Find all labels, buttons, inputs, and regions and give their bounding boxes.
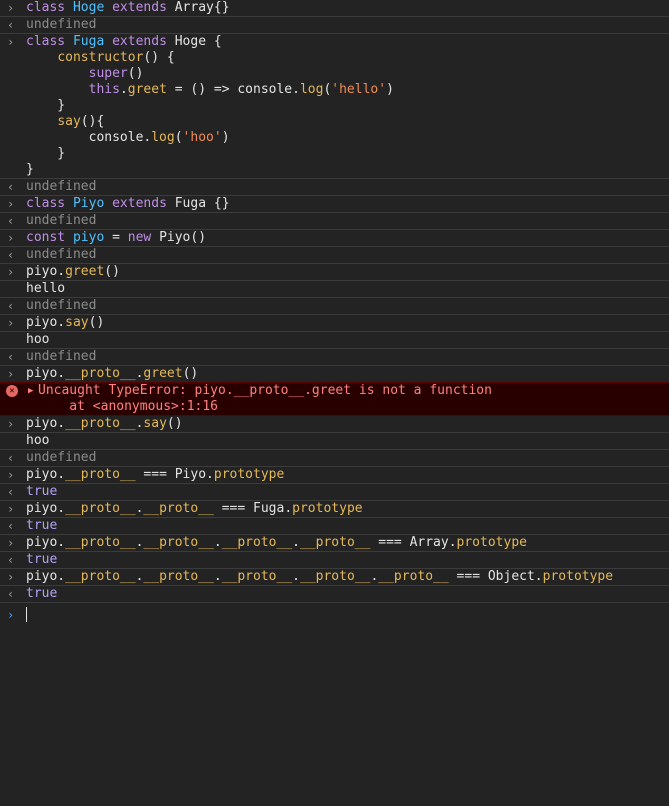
expand-triangle-icon[interactable]: ▶ — [28, 383, 33, 399]
result-value: ‹ true — [7, 586, 58, 601]
result-value: ‹ undefined — [7, 450, 97, 465]
code-line: } — [26, 98, 66, 113]
output-arrow-icon: ‹ — [7, 248, 15, 262]
result-value: ‹ undefined — [7, 349, 97, 364]
console-result: ‹ undefined — [0, 212, 669, 229]
console-input-line[interactable]: › piyo.__proto__.__proto__.__proto__.__pr… — [0, 535, 669, 551]
code-line: constructor() { — [57, 50, 175, 65]
text-caret — [26, 607, 27, 622]
input-chevron-icon: › — [7, 468, 15, 482]
output-arrow-icon: ‹ — [7, 485, 15, 499]
console-result: ‹ undefined — [0, 297, 669, 314]
code-line: this.greet = () => console.log('hello') — [88, 82, 394, 97]
input-chevron-icon: › — [7, 231, 15, 245]
output-arrow-icon: ‹ — [7, 299, 15, 313]
input-chevron-icon: › — [7, 502, 15, 516]
result-value: ‹ true — [7, 552, 58, 567]
console-result: ‹ true — [0, 585, 669, 602]
console-input-line[interactable]: › class Hoge extends Array{} — [0, 0, 669, 16]
error-message[interactable]: ✕ ▶ Uncaught TypeError: piyo.__proto__.gre… — [0, 383, 669, 399]
output-arrow-icon: ‹ — [7, 180, 15, 194]
input-chevron-icon: › — [7, 367, 15, 381]
console-entry: › class Piyo extends Fuga {} — [0, 195, 669, 212]
log-message: hoo — [26, 332, 50, 347]
console-log: hello — [0, 280, 669, 297]
error-x-icon: ✕ — [6, 385, 18, 397]
console-result: ‹ true — [0, 517, 669, 534]
console-entry: › piyo.__proto__ === Piyo.prototype — [0, 466, 669, 483]
code-line: } — [26, 162, 34, 177]
console-entry: › piyo.greet() — [0, 263, 669, 280]
console-prompt[interactable]: › — [0, 602, 669, 623]
code-line: say(){ — [57, 114, 105, 129]
log-message: hoo — [26, 433, 50, 448]
input-chevron-icon: › — [7, 1, 15, 15]
console-input-line[interactable]: › piyo.__proto__ === Piyo.prototype — [0, 467, 669, 483]
input-chevron-icon: › — [7, 417, 15, 431]
console-input-line[interactable]: › piyo.__proto__.say() — [0, 416, 669, 432]
console-input-line[interactable]: › piyo.__proto__.__proto__.__proto__.__pr… — [0, 569, 669, 585]
console-entry: › piyo.say() — [0, 314, 669, 331]
console-input-line[interactable]: › class Fuga extends Hoge { — [0, 34, 669, 50]
console-entry: › piyo.__proto__.greet() — [0, 365, 669, 382]
console-entry: › piyo.__proto__.__proto__.__proto__.__pr… — [0, 568, 669, 585]
console-input-line[interactable]: › piyo.__proto__.greet() — [0, 366, 669, 382]
code-line: console.log('hoo') — [26, 130, 230, 145]
output-arrow-icon: ‹ — [7, 587, 15, 601]
input-chevron-icon: › — [7, 570, 15, 584]
input-chevron-icon: › — [7, 316, 15, 330]
console-input-line[interactable]: › const piyo = new Piyo() — [0, 230, 669, 246]
console-result: ‹ true — [0, 551, 669, 568]
result-value: ‹ true — [7, 518, 58, 533]
input-chevron-icon: › — [7, 265, 15, 279]
console-input-line[interactable]: › piyo.greet() — [0, 264, 669, 280]
console-log: hoo — [0, 331, 669, 348]
devtools-console: › class Hoge extends Array{} ‹ undefined ›… — [0, 0, 669, 806]
console-result: ‹ undefined — [0, 178, 669, 195]
console-result: ‹ undefined — [0, 16, 669, 33]
input-chevron-icon: › — [7, 197, 15, 211]
result-value: ‹ undefined — [7, 247, 97, 262]
result-value: ‹ true — [7, 484, 58, 499]
console-result: ‹ undefined — [0, 449, 669, 466]
console-entry: › class Fuga extends Hoge { constructor()… — [0, 33, 669, 178]
console-log: hoo — [0, 432, 669, 449]
prompt-chevron-icon: › — [7, 608, 15, 622]
console-result: ‹ undefined — [0, 348, 669, 365]
result-value: ‹ undefined — [7, 179, 97, 194]
output-arrow-icon: ‹ — [7, 350, 15, 364]
console-input-line[interactable]: › class Piyo extends Fuga {} — [0, 196, 669, 212]
console-result: ‹ undefined — [0, 246, 669, 263]
console-input-line[interactable]: › piyo.__proto__.__proto__ === Fuga.proto… — [0, 501, 669, 517]
output-arrow-icon: ‹ — [7, 451, 15, 465]
input-chevron-icon: › — [7, 536, 15, 550]
output-arrow-icon: ‹ — [7, 553, 15, 567]
code-line: } — [26, 146, 66, 161]
result-value: ‹ undefined — [7, 213, 97, 228]
result-value: ‹ undefined — [7, 298, 97, 313]
console-input-line[interactable]: › piyo.say() — [0, 315, 669, 331]
console-result: ‹ true — [0, 483, 669, 500]
output-arrow-icon: ‹ — [7, 519, 15, 533]
output-arrow-icon: ‹ — [7, 214, 15, 228]
console-entry: › piyo.__proto__.__proto__.__proto__.__pr… — [0, 534, 669, 551]
console-input-field[interactable]: › — [0, 607, 669, 623]
result-value: ‹ undefined — [7, 17, 97, 32]
console-entry: › piyo.__proto__.say() — [0, 416, 669, 432]
console-entry: › class Hoge extends Array{} — [0, 0, 669, 16]
input-chevron-icon: › — [7, 35, 15, 49]
console-entry: › piyo.__proto__.__proto__ === Fuga.proto… — [0, 500, 669, 517]
error-stack: at <anonymous>:1:16 — [38, 399, 219, 414]
log-message: hello — [26, 281, 66, 296]
console-error: ✕ ▶ Uncaught TypeError: piyo.__proto__.gre… — [0, 382, 669, 416]
code-line: super() — [88, 66, 144, 81]
output-arrow-icon: ‹ — [7, 18, 15, 32]
console-entry: › const piyo = new Piyo() — [0, 229, 669, 246]
